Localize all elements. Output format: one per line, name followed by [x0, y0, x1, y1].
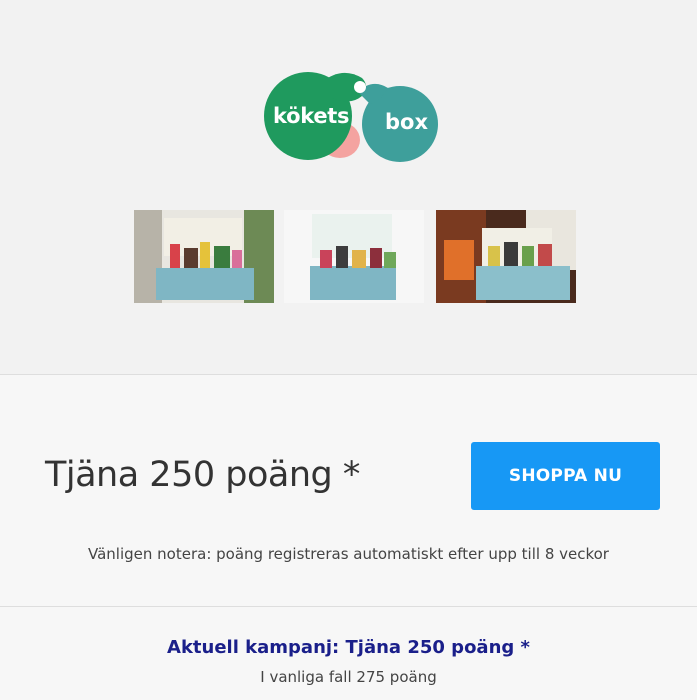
shop-now-button[interactable]: SHOPPA NU	[471, 442, 660, 510]
product-thumbnail-3[interactable]	[436, 210, 576, 303]
logo-word-box: box	[385, 110, 429, 134]
product-thumbnail-1[interactable]	[134, 210, 274, 303]
campaign-regular-points: I vanliga fall 275 poäng	[260, 668, 437, 686]
points-note: Vänligen notera: poäng registreras autom…	[88, 545, 609, 563]
campaign-title: Aktuell kampanj: Tjäna 250 poäng *	[167, 637, 530, 658]
hero-section: kökets box	[0, 0, 697, 375]
logo-word-kokets: kökets	[273, 104, 350, 128]
product-thumbnail-2[interactable]	[284, 210, 424, 303]
koketsbox-logo: kökets box	[262, 68, 442, 168]
earn-points-text: Tjäna 250 poäng *	[45, 455, 360, 495]
section-divider	[0, 606, 697, 607]
product-gallery	[134, 210, 578, 303]
